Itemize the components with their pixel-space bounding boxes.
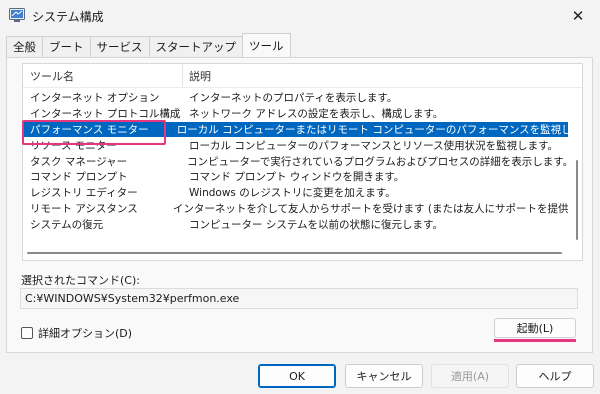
tool-description-cell: コマンド プロンプト ウィンドウを開きます。 <box>189 171 405 184</box>
tool-name-cell: リモート アシスタンス <box>30 202 138 215</box>
advanced-option-checkbox[interactable] <box>21 327 33 339</box>
tool-name-cell: パフォーマンス モニター <box>30 123 149 136</box>
tool-name-cell: リソース モニター <box>30 139 117 152</box>
table-row[interactable]: リソース モニター ローカル コンピューターのパフォーマンスとリソース使用状況を監… <box>23 137 568 153</box>
tool-name-cell: コマンド プロンプト <box>30 171 128 184</box>
tool-name-cell: タスク マネージャー <box>30 155 128 168</box>
tools-list[interactable]: ツール名 説明 インターネット オプション インターネットのプロパティを表示します… <box>22 63 583 261</box>
tab-boot[interactable]: ブート <box>42 36 91 57</box>
annotation-underline <box>494 339 576 342</box>
tool-name-cell: レジストリ エディター <box>30 187 138 200</box>
table-row[interactable]: パフォーマンス モニター ローカル コンピューターまたはリモート コンピューターの… <box>23 121 568 138</box>
tool-description-cell: コンピューターで実行されているプログラムおよびプロセスの詳細を表示します。 <box>186 155 568 168</box>
column-header-description[interactable]: 説明 <box>183 68 211 84</box>
table-row[interactable]: リモート アシスタンス インターネットを介して友人からサポートを受けます (または… <box>23 201 568 217</box>
horizontal-scroll-thumb[interactable] <box>27 252 562 254</box>
tool-description-cell: コンピューター システムを以前の状態に復元します。 <box>189 218 443 231</box>
table-row[interactable]: レジストリ エディター Windows のレジストリに変更を加えます。 <box>23 185 568 201</box>
tool-description-cell: Windows のレジストリに変更を加えます。 <box>189 187 396 200</box>
tab-general[interactable]: 全般 <box>6 36 43 57</box>
apply-button[interactable]: 適用(A) <box>431 364 509 388</box>
close-icon: ✕ <box>571 7 585 25</box>
advanced-option-label[interactable]: 詳細オプション(D) <box>38 325 132 341</box>
vertical-scroll-thumb[interactable] <box>576 160 578 240</box>
horizontal-scrollbar[interactable] <box>27 252 575 255</box>
table-row[interactable]: コマンド プロンプト コマンド プロンプト ウィンドウを開きます。 <box>23 169 568 185</box>
tool-name-cell: インターネット オプション <box>30 92 160 105</box>
launch-button[interactable]: 起動(L) <box>494 318 576 338</box>
help-button[interactable]: ヘルプ <box>516 364 594 388</box>
tab-startup[interactable]: スタートアップ <box>148 36 243 57</box>
selected-command-field[interactable]: C:¥WINDOWS¥System32¥perfmon.exe <box>20 288 578 309</box>
list-header: ツール名 説明 <box>23 64 582 88</box>
tool-description-cell: ローカル コンピューターのパフォーマンスとリソース使用状況を監視します。 <box>189 139 559 152</box>
tool-description-cell: インターネットのプロパティを表示します。 <box>189 92 398 105</box>
tools-rows: インターネット オプション インターネットのプロパティを表示します。 インターネット… <box>23 90 568 232</box>
tool-description-cell: ローカル コンピューターまたはリモート コンピューターのパフォーマンスを監視しま… <box>176 123 568 136</box>
tab-services[interactable]: サービス <box>89 36 150 57</box>
vertical-scrollbar[interactable] <box>575 90 579 240</box>
tab-tools[interactable]: ツール <box>242 33 291 57</box>
ok-button[interactable]: OK <box>258 364 336 388</box>
system-config-icon <box>9 8 25 22</box>
tab-strip: 全般 ブート サービス スタートアップ ツール <box>6 33 291 57</box>
cancel-button[interactable]: キャンセル <box>345 364 423 388</box>
window-title: システム構成 <box>32 10 104 24</box>
table-row[interactable]: タスク マネージャー コンピューターで実行されているプログラムおよびプロセスの詳細… <box>23 153 568 169</box>
tool-description-cell: ネットワーク アドレスの設定を表示し、構成します。 <box>189 108 444 121</box>
table-row[interactable]: システムの復元 コンピューター システムを以前の状態に復元します。 <box>23 216 568 232</box>
title-bar: システム構成 ✕ <box>0 0 600 32</box>
tool-name-cell: インターネット プロトコル構成 <box>30 108 181 121</box>
table-row[interactable]: インターネット プロトコル構成 ネットワーク アドレスの設定を表示し、構成します。 <box>23 106 568 122</box>
tool-description-cell: インターネットを介して友人からサポートを受けます (または友人にサポートを提供し… <box>172 202 568 215</box>
column-header-tool-name[interactable]: ツール名 <box>23 64 183 87</box>
table-row[interactable]: インターネット オプション インターネットのプロパティを表示します。 <box>23 90 568 106</box>
advanced-option-checkbox-row[interactable]: 詳細オプション(D) <box>21 325 132 341</box>
tool-name-cell: システムの復元 <box>30 218 104 231</box>
close-button[interactable]: ✕ <box>556 0 600 32</box>
selected-command-value: C:¥WINDOWS¥System32¥perfmon.exe <box>25 292 240 305</box>
selected-command-label: 選択されたコマンド(C): <box>21 274 140 287</box>
